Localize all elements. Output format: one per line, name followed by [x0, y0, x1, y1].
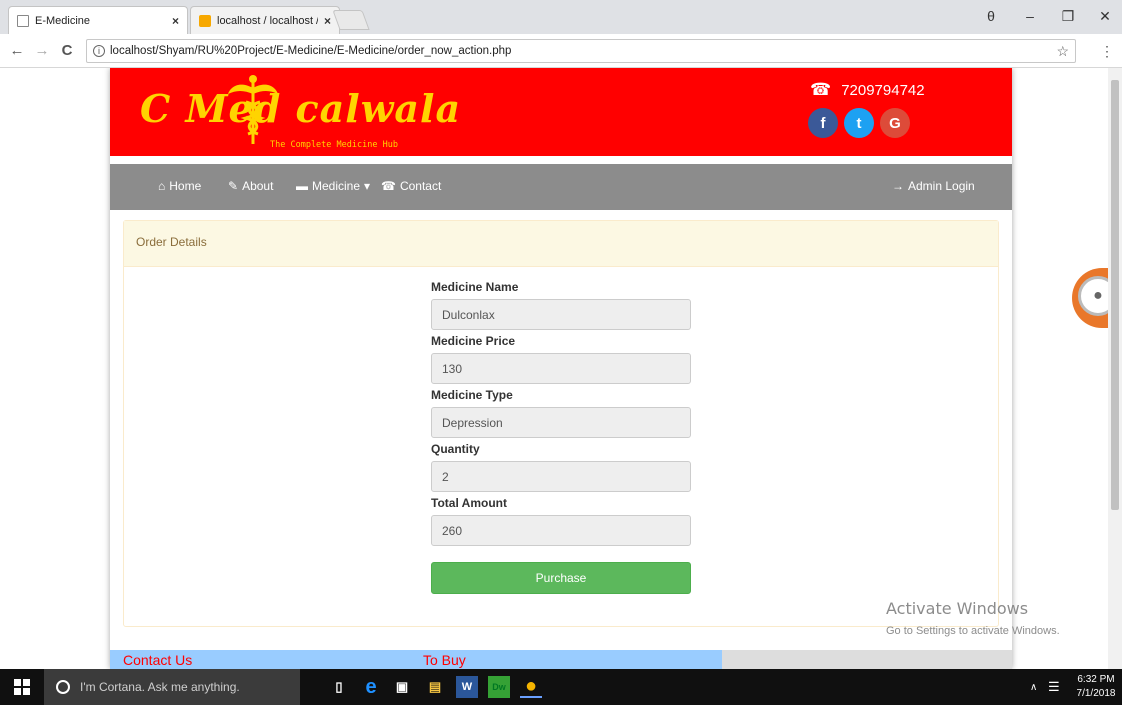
close-window-button[interactable]: ✕: [1095, 8, 1115, 25]
profile-icon[interactable]: θ: [981, 8, 1001, 24]
store-icon[interactable]: ▣: [391, 676, 413, 698]
nav-about[interactable]: ✎ About: [228, 179, 273, 193]
windows-taskbar: I'm Cortana. Ask me anything. ▯ e ▣ ▤ W …: [0, 669, 1122, 705]
phone-contact: ☎ 7209794742: [810, 80, 925, 100]
total-amount-label: Total Amount: [431, 496, 507, 510]
tab-e-medicine[interactable]: E-Medicine ×: [8, 6, 188, 34]
twitter-icon[interactable]: t: [844, 108, 874, 138]
close-icon[interactable]: ×: [172, 14, 179, 28]
page-scrollbar[interactable]: [1108, 68, 1122, 669]
forward-button[interactable]: →: [33, 42, 51, 59]
site-tagline: The Complete Medicine Hub: [270, 140, 398, 150]
phpmyadmin-icon: [199, 14, 211, 27]
site-navbar: ⌂ Home ✎ About ▬ Medicine ▾ ☎ Contact → …: [110, 164, 1012, 210]
cortana-icon: [56, 680, 70, 694]
phone-icon: ☎: [381, 179, 396, 193]
dreamweaver-icon[interactable]: Dw: [488, 676, 510, 698]
address-text: localhost/Shyam/RU%20Project/E-Medicine/…: [110, 45, 512, 57]
nav-medicine[interactable]: ▬ Medicine ▾: [296, 179, 370, 193]
file-explorer-icon[interactable]: ▤: [424, 676, 446, 698]
tab-title: localhost / localhost / e_: [217, 14, 318, 27]
close-icon[interactable]: ×: [324, 14, 331, 28]
tab-title: E-Medicine: [35, 14, 91, 27]
nav-label: Contact: [399, 179, 442, 193]
nav-home[interactable]: ⌂ Home: [158, 179, 201, 193]
nav-admin-login[interactable]: → Admin Login: [892, 179, 975, 193]
chrome-icon[interactable]: ●: [520, 675, 542, 698]
nav-label: Admin Login: [908, 179, 975, 193]
footer-right: [722, 650, 1012, 669]
clock-date: 7/1/2018: [1076, 688, 1116, 699]
medicine-type-field[interactable]: Depression: [431, 407, 691, 438]
site-logo[interactable]: C Med calwala: [140, 86, 461, 131]
order-form: Medicine Name Dulconlax Medicine Price 1…: [431, 277, 691, 594]
purchase-button[interactable]: Purchase: [431, 562, 691, 594]
medicine-name-field[interactable]: Dulconlax: [431, 299, 691, 330]
footer-contact-us-heading: Contact Us: [123, 652, 193, 668]
total-amount-field[interactable]: 260: [431, 515, 691, 546]
browser-menu-icon[interactable]: ⋮: [1100, 43, 1114, 60]
site-container: C Med calwala The Complete Medicine Hub …: [110, 68, 1012, 669]
footer-to-buy-heading: To Buy: [423, 652, 466, 668]
pencil-icon: ✎: [228, 179, 239, 193]
cortana-search-box[interactable]: I'm Cortana. Ask me anything.: [44, 669, 300, 705]
windows-start-icon[interactable]: [14, 679, 30, 695]
briefcase-icon: ▬: [296, 179, 308, 193]
taskbar-clock[interactable]: 6:32 PM 7/1/2018: [1072, 673, 1120, 701]
clock-time: 6:32 PM: [1077, 674, 1115, 685]
order-panel: Order Details Medicine Name Dulconlax Me…: [123, 220, 999, 627]
medicine-price-label: Medicine Price: [431, 334, 516, 348]
page-viewport: C Med calwala The Complete Medicine Hub …: [0, 68, 1122, 669]
edge-icon[interactable]: e: [360, 676, 382, 698]
browser-toolbar: ← → C i localhost/Shyam/RU%20Project/E-M…: [0, 34, 1122, 68]
reload-button[interactable]: C: [58, 42, 76, 59]
footer-left: [110, 650, 722, 669]
login-icon: →: [892, 179, 904, 193]
notification-icon[interactable]: ☰: [1048, 669, 1060, 705]
site-header: C Med calwala The Complete Medicine Hub …: [110, 68, 1012, 160]
medicine-price-field[interactable]: 130: [431, 353, 691, 384]
task-view-icon[interactable]: ▯: [328, 676, 350, 698]
browser-tabstrip: E-Medicine × localhost / localhost / e_ …: [0, 0, 1122, 34]
google-icon[interactable]: G: [880, 108, 910, 138]
new-tab-button[interactable]: [332, 10, 370, 30]
telephone-icon: ☎: [810, 80, 832, 99]
back-button[interactable]: ←: [8, 42, 26, 59]
restore-button[interactable]: ❐: [1058, 8, 1078, 25]
activate-windows-hint: Go to Settings to activate Windows.: [886, 625, 1060, 637]
tray-overflow-icon[interactable]: ∧: [1030, 669, 1037, 705]
medicine-name-label: Medicine Name: [431, 280, 519, 294]
home-icon: ⌂: [158, 179, 166, 193]
tab-phpmyadmin[interactable]: localhost / localhost / e_ ×: [190, 6, 340, 34]
bookmark-star-icon[interactable]: ☆: [1056, 43, 1069, 60]
quantity-field[interactable]: 2: [431, 461, 691, 492]
word-icon[interactable]: W: [456, 676, 478, 698]
chevron-down-icon: ▾: [364, 179, 371, 193]
nav-label: About: [242, 179, 274, 193]
nav-contact[interactable]: ☎ Contact: [381, 179, 441, 193]
address-bar[interactable]: i localhost/Shyam/RU%20Project/E-Medicin…: [86, 39, 1076, 63]
phone-number: 7209794742: [841, 81, 925, 99]
page-icon: [17, 14, 29, 27]
info-icon[interactable]: i: [93, 45, 105, 57]
cortana-placeholder: I'm Cortana. Ask me anything.: [80, 680, 240, 694]
nav-label: Medicine: [312, 179, 361, 193]
facebook-icon[interactable]: f: [808, 108, 838, 138]
nav-label: Home: [169, 179, 202, 193]
activate-windows-title: Activate Windows: [886, 599, 1029, 618]
minimize-button[interactable]: –: [1020, 8, 1040, 24]
panel-heading: Order Details: [124, 221, 998, 267]
scrollbar-thumb[interactable]: [1111, 80, 1119, 510]
medicine-type-label: Medicine Type: [431, 388, 513, 402]
quantity-label: Quantity: [431, 442, 480, 456]
